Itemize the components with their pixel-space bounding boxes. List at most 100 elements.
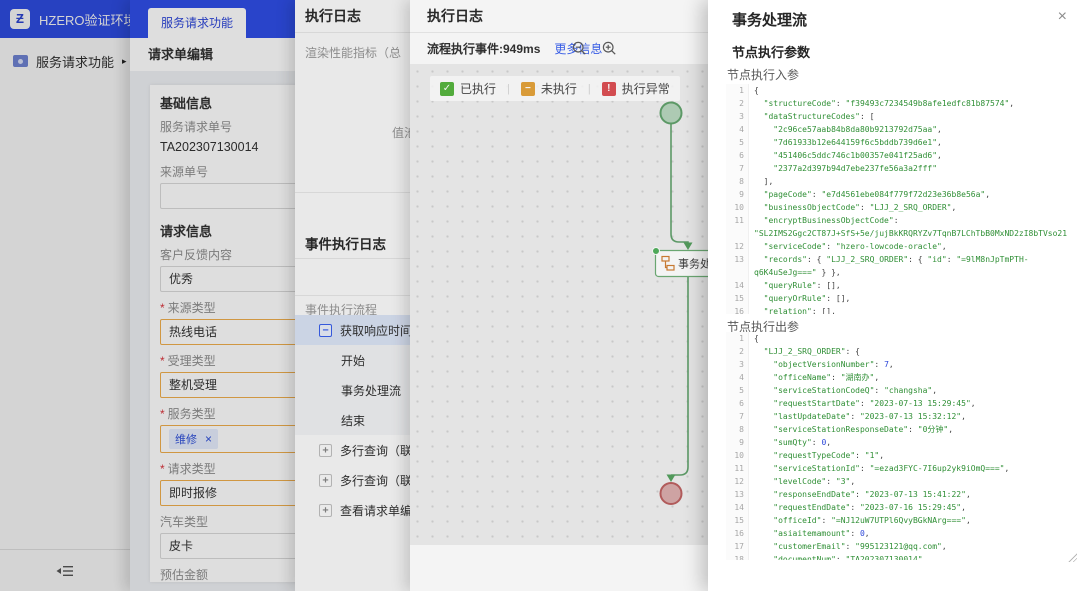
code-row: 6 "requestStartDate": "2023-07-13 15:29:… [726,397,1078,410]
tab-service-request[interactable]: 服务请求功能 [148,8,246,38]
legend-item: −未执行 [521,80,577,97]
flow-canvas[interactable]: 事务处理流 ✓已执行 | −未执行 | !执行异常 [410,64,708,545]
line-number: 5 [726,136,749,149]
code-line: "7d61933b12e644159f6c5bddb739d6e1", [749,136,1078,149]
line-number: 14 [726,501,749,514]
code-line: "serviceStationResponseDate": "0分钟", [749,423,1078,436]
code-line: "encryptBusinessObjectCode": "SL2IMS2Ggc… [749,214,1078,240]
expand-toggle-icon[interactable]: + [319,504,332,517]
legend-status-icon: ! [602,82,616,96]
code-row: 17 "customerEmail": "995123121@qq.com", [726,540,1078,553]
line-number: 5 [726,384,749,397]
code-line: "serviceStationId": "=ezad3FYC-7I6up2yk9… [749,462,1078,475]
code-row: 16 "asiaitemamount": 0, [726,527,1078,540]
tag-chip[interactable]: 维修× [169,429,218,449]
code-editor-output-params[interactable]: 1{2 "LJJ_2_SRQ_ORDER": {3 "objectVersion… [726,332,1078,560]
event-tree-row[interactable]: +查看请求单编辑（ [295,495,410,525]
code-row: 14 "requestEndDate": "2023-07-16 15:29:4… [726,501,1078,514]
line-number: 7 [726,410,749,423]
code-row: 15 "queryOrRule": [], [726,292,1078,305]
field-label: 预估金额 [160,568,295,582]
code-line: "customerEmail": "995123121@qq.com", [749,540,1078,553]
code-line: "2c96ce57aab84b8da80b9213792d75aa", [749,123,1078,136]
form-title: 请求单编辑 [148,47,213,62]
code-line: "asiaitemamount": 0, [749,527,1078,540]
code-row: 13 "records": { "LJJ_2_SRQ_ORDER": { "id… [726,253,1078,279]
line-number: 3 [726,110,749,123]
end-node[interactable] [661,483,682,504]
field-label: *受理类型 [160,354,295,368]
line-number: 11 [726,214,749,240]
perf-text-fragment: 值池、 [392,124,410,141]
start-node[interactable] [661,103,682,124]
code-line: "objectVersionNumber": 7, [749,358,1078,371]
close-icon[interactable]: × [1058,7,1067,27]
collapse-sidebar-icon[interactable] [56,563,73,579]
code-line: "responseEndDate": "2023-07-13 15:41:22"… [749,488,1078,501]
event-log-section-title: 事件执行日志 [305,233,386,253]
form-input[interactable]: 即时报修 [160,480,295,506]
line-number: 11 [726,462,749,475]
form-input[interactable]: 整机受理 [160,372,295,398]
code-line: "451406c5ddc746c1b00357e041f25ad6", [749,149,1078,162]
drawer-event-log: 执行日志 渲染性能指标（总 值池、 事件执行日志 事件执行流程 −获取响应时间（… [295,0,410,591]
collapse-toggle-icon[interactable]: − [319,324,332,337]
legend-separator-icon: | [507,83,510,95]
code-line: "officeId": "=NJ12uW7UTPl6QvyBGkNArg==="… [749,514,1078,527]
tag-remove-icon[interactable]: × [205,434,212,444]
code-row: 8 "serviceStationResponseDate": "0分钟", [726,423,1078,436]
event-tree-row[interactable]: 结束 [295,405,410,435]
flow-event-duration: 流程执行事件:949ms [427,40,540,57]
task-node[interactable]: 事务处理流 [653,248,709,277]
screen-icon [13,55,28,67]
divider [295,295,410,296]
form-header: 请求单编辑 [130,38,295,72]
field-value: TA202307130014 [160,139,295,156]
params-section-title: 节点执行参数 [732,42,810,61]
field-label: 服务请求单号 [160,120,295,134]
form-input[interactable]: 皮卡 [160,533,295,559]
code-editor-input-params[interactable]: 1{2 "structureCode": "f39493c7234549b8af… [726,84,1078,314]
form-input[interactable]: 优秀 [160,266,295,292]
event-tree-row[interactable]: −获取响应时间（服 [295,315,410,345]
line-number: 16 [726,527,749,540]
form-input[interactable]: 热线电话 [160,319,295,345]
event-row-label: 多行查询（联动查 [340,442,410,459]
expand-toggle-icon[interactable]: + [319,444,332,457]
line-number: 17 [726,540,749,553]
detail-title: 事务处理流 [732,9,807,30]
form-input[interactable]: 维修× [160,425,295,453]
line-number: 14 [726,279,749,292]
event-tree-row[interactable]: 开始 [295,345,410,375]
required-asterisk: * [160,301,165,315]
required-asterisk: * [160,354,165,368]
event-tree-row[interactable]: + 多行查询（联动查 [295,435,410,465]
event-tree-row[interactable]: +多行查询（联动查 [295,465,410,495]
code-line: "2377a2d397b94d7ebe237fe56a3a2fff" [749,162,1078,175]
code-line: "LJJ_2_SRQ_ORDER": { [749,345,1078,358]
line-number: 13 [726,488,749,501]
event-row-label: 获取响应时间（服 [340,322,410,339]
line-number: 10 [726,201,749,214]
code-row: 9 "pageCode": "e7d4561ebe084f779f72d23e3… [726,188,1078,201]
event-tree-row[interactable]: 事务处理流 [295,375,410,405]
form-input[interactable] [160,183,295,209]
code-row: 7 "lastUpdateDate": "2023-07-13 15:32:12… [726,410,1078,423]
sidebar: 服务请求功能 ▸ [0,38,131,591]
line-number: 6 [726,397,749,410]
sidebar-item-service-request[interactable]: 服务请求功能 ▸ [0,48,130,74]
legend-separator-icon: | [588,83,591,95]
zoom-out-icon[interactable] [572,41,587,56]
zoom-in-icon[interactable] [602,41,617,56]
expand-toggle-icon[interactable]: + [319,474,332,487]
code-row: 12 "serviceCode": "hzero-lowcode-oracle"… [726,240,1078,253]
divider [295,258,410,259]
line-number: 10 [726,449,749,462]
line-number: 8 [726,175,749,188]
legend-item: !执行异常 [602,80,670,97]
line-number: 1 [726,84,749,97]
code-line: "queryOrRule": [], [749,292,1078,305]
code-row: 5 "7d61933b12e644159f6c5bddb739d6e1", [726,136,1078,149]
flow-diagram: 事务处理流 [410,64,708,545]
legend-item: ✓已执行 [440,80,496,97]
